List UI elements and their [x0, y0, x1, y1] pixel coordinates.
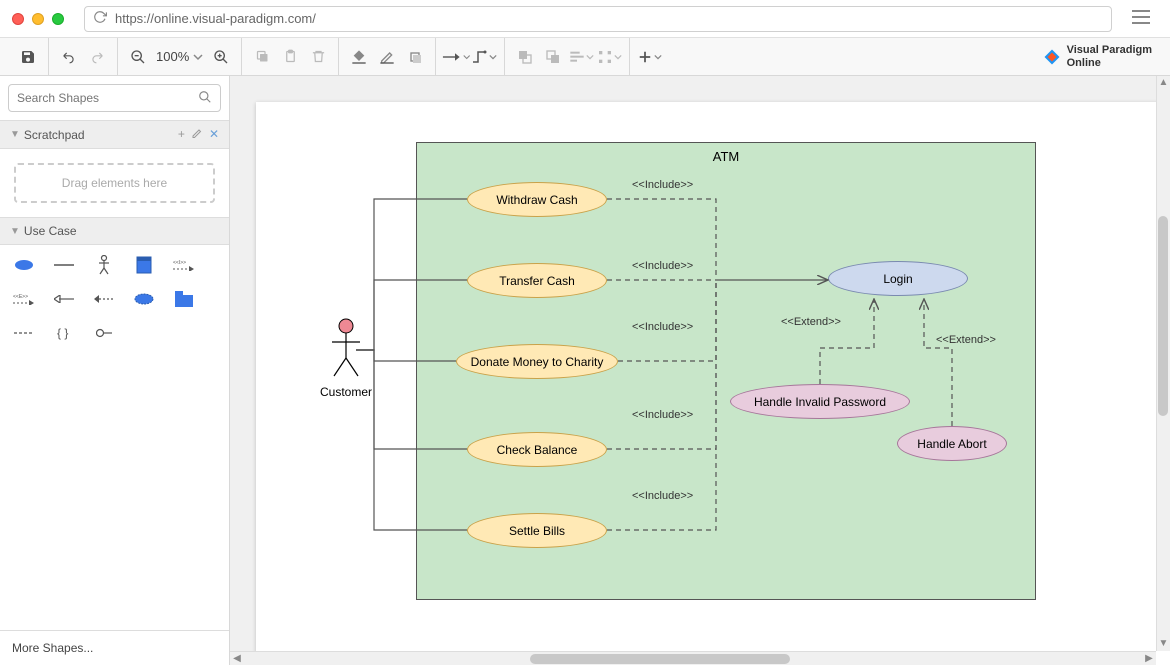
shape-extend[interactable]: <<E>> — [12, 289, 36, 309]
shadow-button[interactable] — [401, 43, 429, 71]
scroll-thumb-h[interactable] — [530, 654, 790, 664]
usecase-login[interactable]: Login — [828, 261, 968, 296]
include-label-4: <<Include>> — [632, 409, 693, 421]
url-bar[interactable]: https://online.visual-paradigm.com/ — [84, 6, 1112, 32]
usecase-panel-title: Use Case — [24, 224, 77, 238]
shape-include[interactable]: <<I>> — [172, 255, 196, 275]
vertical-scrollbar[interactable]: ▲ ▼ — [1156, 76, 1170, 651]
collapse-icon: ▼ — [10, 226, 20, 237]
usecase-settle-bills[interactable]: Settle Bills — [467, 513, 607, 548]
shape-realization[interactable] — [92, 289, 116, 309]
shape-interface[interactable] — [92, 323, 116, 343]
copy-button[interactable] — [248, 43, 276, 71]
save-button[interactable] — [14, 43, 42, 71]
scratchpad-dropzone[interactable]: Drag elements here — [14, 163, 215, 203]
actor-customer[interactable]: Customer — [320, 318, 372, 399]
stroke-color-button[interactable] — [373, 43, 401, 71]
search-icon[interactable] — [198, 90, 212, 107]
undo-button[interactable] — [55, 43, 83, 71]
usecase-panel-header[interactable]: ▼ Use Case — [0, 217, 229, 245]
delete-button[interactable] — [304, 43, 332, 71]
extend-label-1: <<Extend>> — [781, 316, 841, 328]
scratchpad-close-icon[interactable]: ✕ — [209, 127, 219, 142]
more-shapes-button[interactable]: More Shapes... — [0, 630, 229, 665]
scratchpad-header[interactable]: ▼ Scratchpad + ✕ — [0, 120, 229, 149]
usecase-donate-charity[interactable]: Donate Money to Charity — [456, 344, 618, 379]
main-toolbar: 100% — [0, 38, 1170, 76]
actor-label: Customer — [320, 385, 372, 399]
waypoint-style-button[interactable] — [470, 43, 498, 71]
shape-dependency[interactable] — [12, 323, 36, 343]
minimize-window-button[interactable] — [32, 13, 44, 25]
extend-label-2: <<Extend>> — [936, 334, 996, 346]
scratchpad-add-icon[interactable]: + — [178, 127, 185, 142]
usecase-handle-abort[interactable]: Handle Abort — [897, 426, 1007, 461]
maximize-window-button[interactable] — [52, 13, 64, 25]
include-label-5: <<Include>> — [632, 490, 693, 502]
scratchpad-edit-icon[interactable] — [191, 127, 203, 142]
brand-text: Visual ParadigmOnline — [1067, 44, 1152, 68]
usecase-handle-invalid-password[interactable]: Handle Invalid Password — [730, 384, 910, 419]
scratchpad-title: Scratchpad — [24, 128, 85, 142]
brand-logo[interactable]: Visual ParadigmOnline — [1033, 44, 1162, 68]
zoom-out-button[interactable] — [124, 43, 152, 71]
browser-bar: https://online.visual-paradigm.com/ — [0, 0, 1170, 38]
shape-generalization[interactable] — [52, 289, 76, 309]
connection-style-button[interactable] — [442, 43, 470, 71]
zoom-in-button[interactable] — [207, 43, 235, 71]
svg-text:<<E>>: <<E>> — [13, 294, 28, 300]
window-controls — [12, 13, 64, 25]
scroll-left-icon[interactable]: ◀ — [230, 652, 244, 665]
scroll-right-icon[interactable]: ▶ — [1142, 652, 1156, 665]
scroll-down-icon[interactable]: ▼ — [1157, 637, 1170, 651]
sidebar: ▼ Scratchpad + ✕ Drag elements here ▼ Us… — [0, 76, 230, 665]
distribute-button[interactable] — [595, 43, 623, 71]
canvas-area[interactable]: ATM Customer Withdraw Cash Transfer Cash… — [230, 76, 1170, 665]
paste-button[interactable] — [276, 43, 304, 71]
svg-text:{ }: { } — [57, 326, 68, 340]
redo-button[interactable] — [83, 43, 111, 71]
url-text: https://online.visual-paradigm.com/ — [115, 11, 316, 26]
include-label-1: <<Include>> — [632, 179, 693, 191]
horizontal-scrollbar[interactable]: ◀ ▶ — [230, 651, 1156, 665]
to-front-button[interactable] — [511, 43, 539, 71]
shape-palette: <<I>> <<E>> { } — [0, 245, 229, 353]
menu-button[interactable] — [1124, 4, 1158, 33]
shape-collaboration[interactable] — [132, 289, 156, 309]
include-label-2: <<Include>> — [632, 260, 693, 272]
usecase-transfer-cash[interactable]: Transfer Cash — [467, 263, 607, 298]
usecase-withdraw-cash[interactable]: Withdraw Cash — [467, 182, 607, 217]
fill-color-button[interactable] — [345, 43, 373, 71]
shape-constraint[interactable]: { } — [52, 323, 76, 343]
shape-association[interactable] — [52, 255, 76, 275]
zoom-level[interactable]: 100% — [152, 49, 207, 64]
add-button[interactable] — [636, 43, 664, 71]
shape-actor[interactable] — [92, 255, 116, 275]
shape-system[interactable] — [132, 255, 156, 275]
include-label-3: <<Include>> — [632, 321, 693, 333]
close-window-button[interactable] — [12, 13, 24, 25]
usecase-check-balance[interactable]: Check Balance — [467, 432, 607, 467]
scroll-up-icon[interactable]: ▲ — [1157, 76, 1170, 90]
diagram-canvas[interactable]: ATM Customer Withdraw Cash Transfer Cash… — [256, 102, 1170, 665]
search-input[interactable] — [17, 91, 198, 105]
to-back-button[interactable] — [539, 43, 567, 71]
shape-package[interactable] — [172, 289, 196, 309]
system-name: ATM — [417, 143, 1035, 170]
align-button[interactable] — [567, 43, 595, 71]
reload-icon[interactable] — [93, 10, 107, 27]
shape-usecase-ellipse[interactable] — [12, 255, 36, 275]
scroll-thumb-v[interactable] — [1158, 216, 1168, 416]
svg-text:<<I>>: <<I>> — [173, 260, 186, 266]
search-shapes-field[interactable] — [8, 84, 221, 112]
collapse-icon: ▼ — [10, 129, 20, 140]
